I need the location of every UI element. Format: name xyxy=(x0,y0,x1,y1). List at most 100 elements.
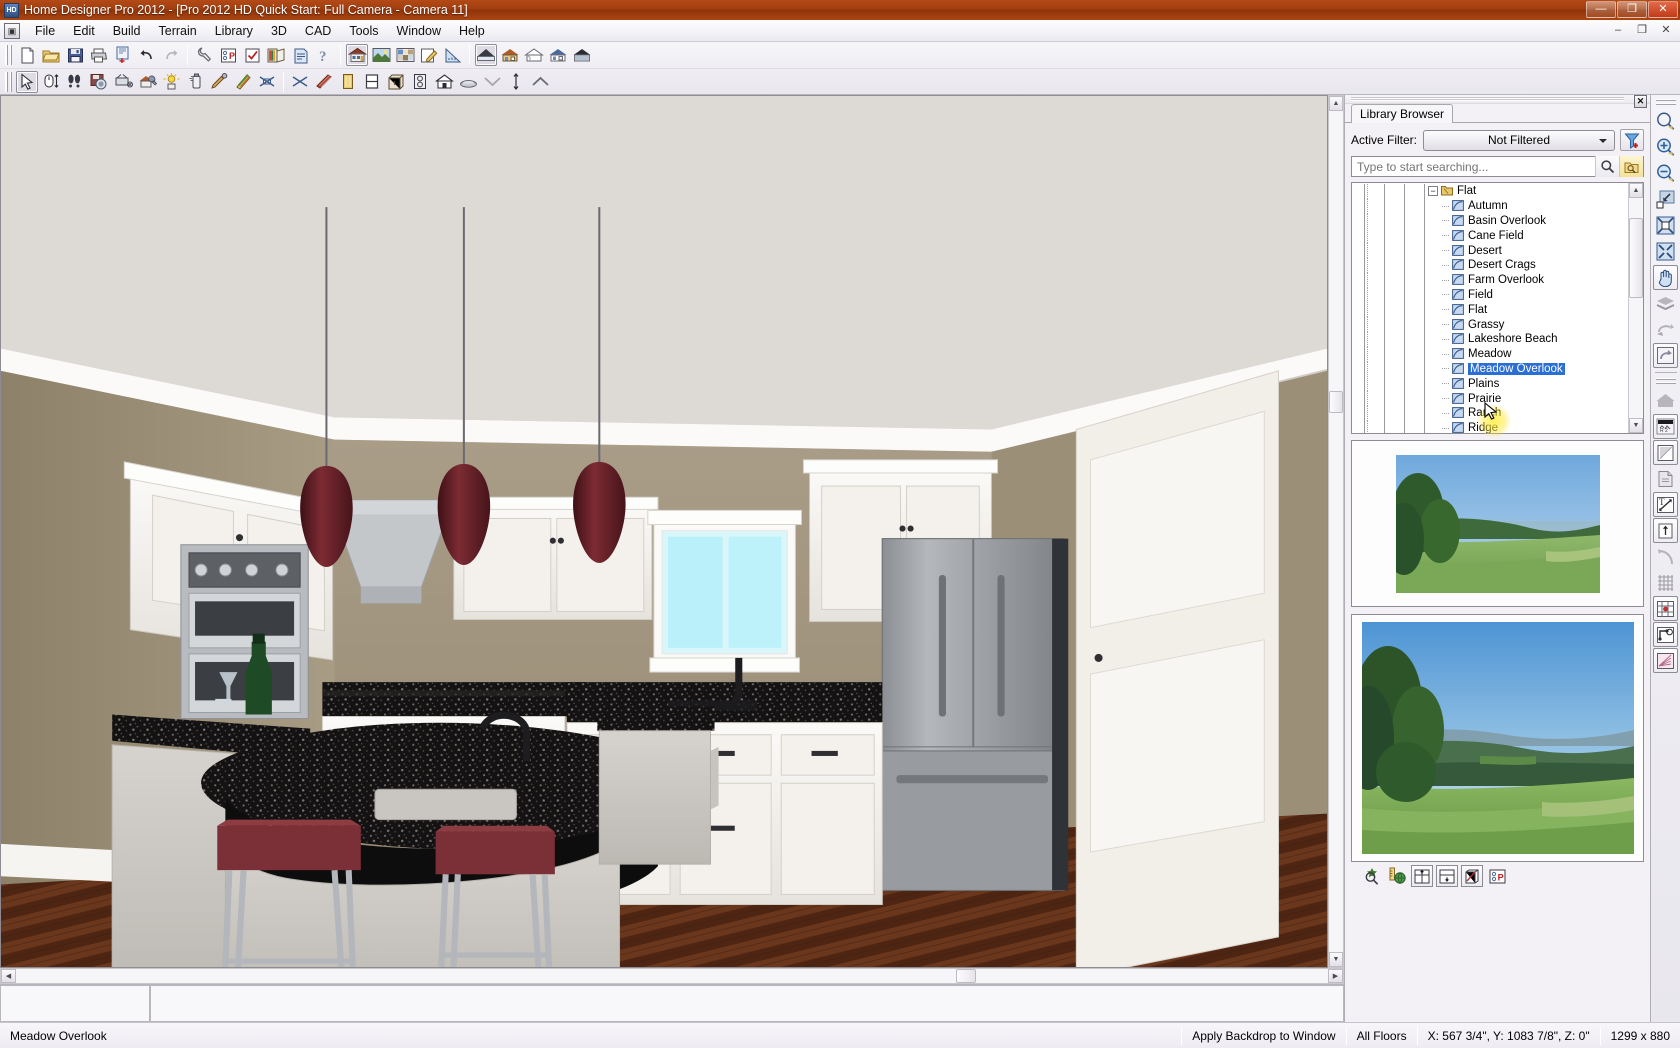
help-icon[interactable]: ? xyxy=(313,44,335,66)
angle-snap-icon[interactable] xyxy=(1653,648,1678,673)
cabinet-tool-icon[interactable] xyxy=(385,71,407,93)
text-line-icon[interactable]: T xyxy=(1653,492,1678,517)
preview-magnifier-icon[interactable] xyxy=(1361,865,1383,887)
adjust-camera-icon[interactable] xyxy=(112,71,134,93)
house-gray-icon[interactable] xyxy=(1653,388,1678,413)
viewport-vertical-scrollbar[interactable]: ▲ ▼ xyxy=(1328,95,1344,968)
tree-node[interactable]: Desert Crags xyxy=(1352,258,1628,273)
grid-icon[interactable] xyxy=(1653,570,1678,595)
tree-scroll-up-arrow[interactable]: ▲ xyxy=(1629,183,1643,198)
spray-paint-icon[interactable] xyxy=(184,71,206,93)
preferences-wrench-icon[interactable] xyxy=(193,44,215,66)
material-painter-icon[interactable] xyxy=(394,44,416,66)
menu-item-tools[interactable]: Tools xyxy=(340,22,387,40)
menu-item-window[interactable]: Window xyxy=(388,22,450,40)
library-panel-dragbar[interactable]: ✕ xyxy=(1345,95,1650,104)
tree-node[interactable]: Meadow xyxy=(1352,347,1628,362)
backdrop-active-icon[interactable]: R 2 xyxy=(1653,414,1678,439)
toolbar-grip[interactable] xyxy=(5,45,12,65)
scroll-up-arrow[interactable]: ▲ xyxy=(1329,96,1343,111)
library-close-icon[interactable]: ✕ xyxy=(1634,95,1647,108)
page-tool-icon[interactable] xyxy=(1653,466,1678,491)
open-plan-icon[interactable] xyxy=(40,44,62,66)
elevation-marker-icon[interactable] xyxy=(1653,518,1678,543)
tab-library-browser[interactable]: Library Browser xyxy=(1351,104,1453,123)
redo-zoom-icon[interactable] xyxy=(1653,343,1678,368)
door-tool-icon[interactable] xyxy=(337,71,359,93)
panel-bottom-icon[interactable] xyxy=(1436,865,1458,887)
scroll-down-arrow[interactable]: ▼ xyxy=(1329,952,1343,967)
horizontal-scroll-track[interactable] xyxy=(16,969,1328,983)
tree-node-selected[interactable]: Meadow Overlook xyxy=(1352,362,1628,377)
right-toolbar-grip[interactable] xyxy=(1656,99,1676,106)
toolbar-grip-2[interactable] xyxy=(5,72,12,92)
library-search-box[interactable] xyxy=(1351,156,1644,177)
appliance-tool-icon[interactable] xyxy=(409,71,431,93)
zoom-extents-icon[interactable] xyxy=(1653,239,1678,264)
document-icon[interactable]: ▣ xyxy=(4,23,20,39)
fill-window-building-icon[interactable] xyxy=(1653,213,1678,238)
menu-item-3d[interactable]: 3D xyxy=(262,22,296,40)
vertical-scroll-track[interactable] xyxy=(1329,111,1343,952)
zoom-window-icon[interactable] xyxy=(1653,109,1678,134)
backdrop-icon[interactable] xyxy=(370,44,392,66)
globe-scale-icon[interactable] xyxy=(1386,865,1408,887)
tree-node[interactable]: Plains xyxy=(1352,376,1628,391)
mdi-close-button[interactable]: ✕ xyxy=(1655,22,1677,39)
menu-item-build[interactable]: Build xyxy=(104,22,150,40)
panel-side-icon[interactable] xyxy=(1461,865,1483,887)
library-tree[interactable]: −FlatAutumnBasin OverlookCane FieldDeser… xyxy=(1351,182,1644,434)
chevron-down-icon[interactable] xyxy=(481,71,503,93)
roof-tool-icon[interactable] xyxy=(433,71,455,93)
doll-house-icon[interactable] xyxy=(547,44,569,66)
panel-properties-icon[interactable]: P xyxy=(1486,865,1508,887)
menu-item-library[interactable]: Library xyxy=(206,22,262,40)
browse-folder-icon[interactable] xyxy=(1619,156,1643,177)
house-tools-icon[interactable] xyxy=(136,71,158,93)
menu-item-edit[interactable]: Edit xyxy=(64,22,104,40)
scroll-right-arrow[interactable]: ▶ xyxy=(1328,969,1343,983)
search-input[interactable] xyxy=(1352,158,1595,175)
ruler-icon[interactable] xyxy=(442,44,464,66)
framing-overview-icon[interactable] xyxy=(571,44,593,66)
library-browser-icon[interactable] xyxy=(265,44,287,66)
active-filter-dropdown[interactable]: Not Filtered xyxy=(1423,130,1615,151)
tree-node[interactable]: −Flat xyxy=(1352,184,1628,199)
eyedropper-icon[interactable] xyxy=(208,71,230,93)
tree-scroll-track[interactable] xyxy=(1629,198,1643,418)
tree-node[interactable]: Basin Overlook xyxy=(1352,214,1628,229)
deck-tool-icon[interactable] xyxy=(457,71,479,93)
menu-item-help[interactable]: Help xyxy=(450,22,494,40)
mouse-orbit-icon[interactable] xyxy=(40,71,62,93)
undo-zoom-icon[interactable] xyxy=(1653,317,1678,342)
tree-node[interactable]: Farm Overlook xyxy=(1352,273,1628,288)
tree-scroll-down-arrow[interactable]: ▼ xyxy=(1629,418,1643,433)
mdi-restore-button[interactable]: ❐ xyxy=(1631,22,1653,39)
layers-icon[interactable] xyxy=(1653,291,1678,316)
arc-tool-icon[interactable] xyxy=(1653,544,1678,569)
viewport-horizontal-scrollbar[interactable]: ◀ ▶ xyxy=(0,968,1344,984)
3d-viewport[interactable] xyxy=(0,95,1328,968)
pan-hand-icon[interactable] xyxy=(1653,265,1678,290)
window-tool-icon[interactable] xyxy=(361,71,383,93)
point-to-point-icon[interactable] xyxy=(1653,622,1678,647)
zoom-in-icon[interactable] xyxy=(1653,135,1678,160)
search-icon[interactable] xyxy=(1595,156,1619,177)
bottom-cell-right[interactable] xyxy=(150,985,1344,1022)
menu-item-cad[interactable]: CAD xyxy=(296,22,340,40)
tree-node[interactable]: Field xyxy=(1352,288,1628,303)
minimize-button[interactable]: — xyxy=(1586,1,1616,18)
menu-item-terrain[interactable]: Terrain xyxy=(150,22,206,40)
material-blend-icon[interactable] xyxy=(232,71,254,93)
menu-item-file[interactable]: File xyxy=(26,22,64,40)
print-preview-icon[interactable] xyxy=(112,44,134,66)
tree-expand-toggle[interactable]: − xyxy=(1428,186,1438,196)
tree-scroll-thumb[interactable] xyxy=(1629,218,1643,298)
right-toolbar-grip-2[interactable] xyxy=(1656,378,1676,385)
no-rails-2-icon[interactable] xyxy=(289,71,311,93)
chevron-up-icon[interactable] xyxy=(529,71,551,93)
edit-area-icon[interactable] xyxy=(418,44,440,66)
maximize-button[interactable]: ❐ xyxy=(1617,1,1647,18)
scroll-left-arrow[interactable]: ◀ xyxy=(1,969,16,983)
tree-node[interactable]: Desert xyxy=(1352,243,1628,258)
